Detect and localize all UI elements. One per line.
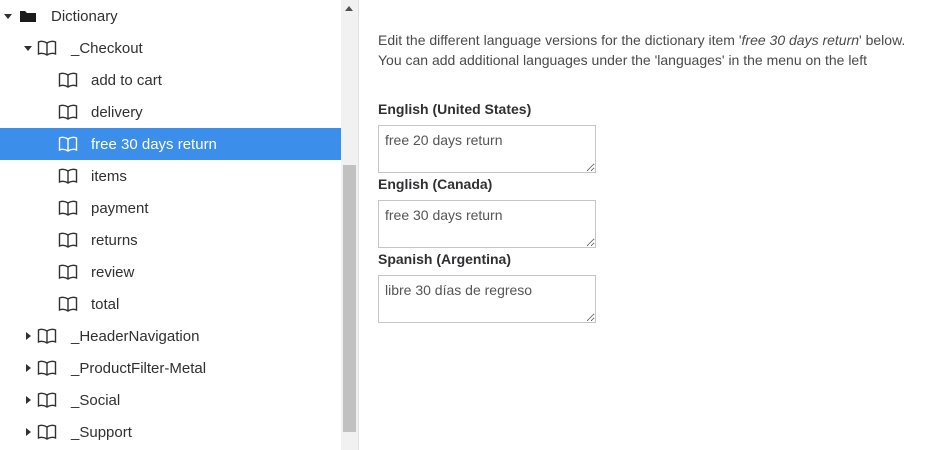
book-icon [37,40,57,56]
tree-item-header-navigation[interactable]: _HeaderNavigation [0,320,341,352]
book-icon [58,264,78,280]
translation-field-es-ar[interactable]: libre 30 días de regreso [378,275,596,323]
tree-item-dictionary[interactable]: Dictionary [0,0,341,32]
intro-line-1: Edit the different language versions for… [378,30,940,50]
tree-item-review[interactable]: review [0,256,341,288]
book-icon [58,104,78,120]
language-label-en-us: English (United States) [378,101,532,117]
tree-item-free-30-days-return[interactable]: free 30 days return [0,128,341,160]
chevron-right-icon[interactable] [23,427,33,437]
language-label-es-ar: Spanish (Argentina) [378,251,512,267]
intro-suffix: ' below. [859,32,906,48]
tree-item-label: _HeaderNavigation [71,327,200,345]
tree-item-support[interactable]: _Support [0,416,341,448]
book-icon [58,136,78,152]
tree-item-label: items [91,167,127,185]
tree-item-total[interactable]: total [0,288,341,320]
language-label-en-ca: English (Canada) [378,176,493,192]
tree-item-label: review [91,263,135,281]
tree-item-label: _Checkout [71,39,143,57]
tree-item-label: _ProductFilter-Metal [71,359,207,377]
book-icon [58,72,78,88]
tree-item-label: _Social [71,391,121,409]
chevron-down-icon[interactable] [3,11,13,21]
translation-field-en-ca[interactable]: free 30 days return [378,200,596,248]
book-icon [58,296,78,312]
folder-icon [18,8,38,24]
book-icon [58,200,78,216]
intro-item-name: free 30 days return [741,32,860,48]
chevron-right-icon[interactable] [23,331,33,341]
editor-intro: Edit the different language versions for… [378,30,940,70]
tree-item-label: payment [91,199,149,217]
tree-item-items[interactable]: items [0,160,341,192]
book-icon [37,360,57,376]
book-icon [37,392,57,408]
book-icon [58,168,78,184]
tree-item-label: delivery [91,103,143,121]
tree-scrollbar[interactable] [341,0,359,450]
tree-item-label: free 30 days return [91,135,217,153]
tree-item-add-to-cart[interactable]: add to cart [0,64,341,96]
dictionary-tree: Dictionary _Checkout add to cart deliver… [0,0,341,450]
chevron-right-icon[interactable] [23,395,33,405]
book-icon [58,232,78,248]
tree-item-returns[interactable]: returns [0,224,341,256]
tree-item-checkout[interactable]: _Checkout [0,32,341,64]
tree-item-label: total [91,295,120,313]
book-icon [37,328,57,344]
tree-item-label: add to cart [91,71,162,89]
chevron-right-icon[interactable] [23,363,33,373]
tree-item-label: _Support [71,423,132,441]
intro-line-2: You can add additional languages under t… [378,52,867,68]
translation-field-en-us[interactable]: free 20 days return [378,125,596,173]
dictionary-item-editor: Edit the different language versions for… [359,0,940,450]
chevron-down-icon[interactable] [23,43,33,53]
tree-item-label: Dictionary [51,7,118,25]
tree-item-payment[interactable]: payment [0,192,341,224]
intro-prefix: Edit the different language versions for… [378,32,742,48]
tree-item-label: returns [91,231,138,249]
tree-item-delivery[interactable]: delivery [0,96,341,128]
book-icon [37,424,57,440]
tree-item-social[interactable]: _Social [0,384,341,416]
scrollbar-thumb[interactable] [343,165,356,432]
scroll-up-arrow-icon[interactable] [345,6,353,11]
tree-item-product-filter-metal[interactable]: _ProductFilter-Metal [0,352,341,384]
